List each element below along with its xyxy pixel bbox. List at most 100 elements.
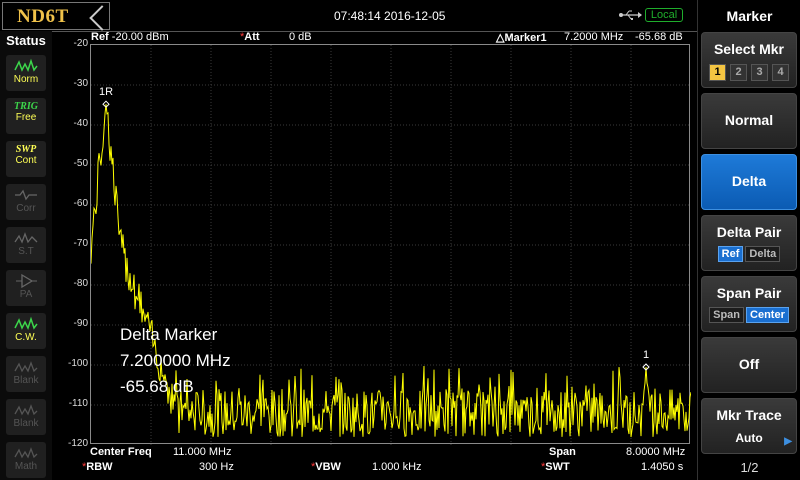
delta-pair-ref-option[interactable]: Ref	[717, 246, 744, 262]
vbw[interactable]: *VBW	[311, 461, 341, 473]
top-bar: ND6T 07:48:14 2016-12-05 Local	[0, 0, 697, 32]
status-detector-norm[interactable]: Norm	[6, 55, 46, 91]
vbw-value: 1.000 kHz	[372, 461, 422, 473]
page-indicator: 1/2	[740, 460, 759, 475]
status-label: Blank	[13, 375, 39, 386]
mkr-trace-button[interactable]: Mkr Trace Auto ▶	[701, 398, 797, 454]
select-mkr-label: Select Mkr	[713, 41, 785, 57]
waveform-icon	[14, 58, 38, 72]
y-tick-label: -90	[73, 318, 88, 329]
mkr-trace-label: Mkr Trace	[716, 407, 782, 423]
delta-label: Delta	[731, 173, 767, 189]
sweep-time-icon	[14, 232, 38, 244]
marker-2-option[interactable]: 2	[730, 64, 747, 81]
delta-marker-label: 1	[643, 349, 649, 361]
attenuation[interactable]: *Att	[240, 31, 260, 43]
y-tick-label: -40	[73, 118, 88, 129]
y-tick-label: -80	[73, 278, 88, 289]
trace-icon	[14, 404, 38, 416]
status-math[interactable]: Math	[6, 442, 46, 478]
swt-label: SWT	[545, 461, 570, 473]
menu-title: Marker	[726, 8, 773, 24]
status-label: C.W.	[15, 332, 37, 343]
swt-value: 1.4050 s	[641, 461, 684, 473]
delta-marker-freq: 7.200000 MHz	[120, 351, 231, 370]
marker-4-option[interactable]: 4	[772, 64, 789, 81]
fold-icon	[89, 5, 115, 31]
mkr-trace-value: Auto	[735, 431, 763, 445]
status-label: Math	[14, 461, 38, 472]
att-label: Att	[244, 31, 260, 43]
normal-button[interactable]: Normal	[701, 93, 797, 149]
delta-pair-button[interactable]: Delta Pair Ref Delta	[701, 215, 797, 271]
arrow-right-icon: ▶	[784, 436, 792, 447]
ref-label: Ref	[91, 31, 109, 43]
status-panel: Status Norm TRIG Free SWP Cont Corr S.T …	[0, 31, 52, 480]
logo-text: ND6T	[17, 6, 69, 27]
normal-label: Normal	[724, 112, 774, 128]
trace-icon	[14, 447, 38, 459]
delta-marker-readout: Delta Marker 7.200000 MHz -65.68 dB	[120, 322, 231, 400]
y-tick-label: -60	[73, 198, 88, 209]
att-value: 0 dB	[289, 31, 312, 43]
rbw[interactable]: *RBW	[82, 461, 113, 473]
status-label: Corr	[16, 203, 36, 214]
status-label: S.T	[18, 246, 34, 257]
status-preamp[interactable]: PA	[6, 270, 46, 306]
status-trace-2[interactable]: Blank	[6, 356, 46, 392]
span-pair-center-option[interactable]: Center	[746, 307, 789, 323]
delta-pair-label: Delta Pair	[716, 224, 782, 240]
y-tick-label: -110	[68, 398, 88, 409]
delta-marker-level: -65.68 dB	[120, 377, 194, 396]
reference-marker-label: 1R	[99, 86, 113, 98]
y-tick-label: -20	[73, 38, 88, 49]
graph-header: Ref -20.00 dBm *Att 0 dB △Marker1 7.2000…	[90, 31, 690, 44]
rbw-label: RBW	[86, 461, 113, 473]
span-pair-span-option[interactable]: Span	[709, 307, 745, 323]
center-freq-label[interactable]: Center Freq	[90, 446, 152, 458]
vbw-label: VBW	[315, 461, 341, 473]
y-tick-label: -70	[73, 238, 88, 249]
span-label[interactable]: Span	[549, 446, 576, 458]
rbw-value: 300 Hz	[199, 461, 234, 473]
preamp-icon	[16, 273, 37, 289]
correction-icon	[15, 189, 37, 201]
status-label: Cont	[15, 155, 37, 166]
y-tick-label: -120	[67, 438, 88, 449]
status-trigger[interactable]: TRIG Free	[6, 98, 46, 134]
delta-button[interactable]: Delta	[701, 154, 797, 210]
status-title: Status	[6, 33, 46, 48]
status-label: PA	[19, 289, 33, 300]
status-label: Blank	[13, 418, 39, 429]
status-cw[interactable]: C.W.	[6, 313, 46, 349]
status-top-label: TRIG	[14, 101, 38, 112]
delta-pair-delta-option[interactable]: Delta	[745, 246, 781, 262]
marker-level: -65.68 dB	[635, 31, 683, 43]
status-sweep-time[interactable]: S.T	[6, 227, 46, 263]
delta-marker-title: Delta Marker	[120, 325, 218, 344]
span-pair-button[interactable]: Span Pair Span Center	[701, 276, 797, 332]
y-tick-label: -100	[67, 358, 88, 369]
swt[interactable]: *SWT	[541, 461, 570, 473]
center-freq-value: 11.000 MHz	[173, 446, 232, 458]
span-value: 8.0000 MHz	[626, 446, 686, 458]
waveform-icon	[14, 316, 38, 330]
select-mkr-button[interactable]: Select Mkr 1234	[701, 32, 797, 88]
status-correction[interactable]: Corr	[6, 184, 46, 220]
status-label: Free	[15, 112, 37, 123]
off-button[interactable]: Off	[701, 337, 797, 393]
marker-readout-header: △Marker1	[496, 32, 547, 44]
status-sweep[interactable]: SWP Cont	[6, 141, 46, 177]
marker-freq: 7.2000 MHz	[564, 31, 624, 43]
logo: ND6T	[2, 2, 115, 31]
status-top-label: SWP	[15, 144, 37, 155]
marker-3-option[interactable]: 3	[751, 64, 768, 81]
usb-icon	[619, 10, 642, 20]
status-label: Norm	[13, 74, 39, 85]
datetime: 07:48:14 2016-12-05	[334, 9, 446, 23]
marker-1-option[interactable]: 1	[709, 64, 726, 81]
y-tick-label: -50	[73, 158, 88, 169]
status-trace-3[interactable]: Blank	[6, 399, 46, 435]
ref-level[interactable]: Ref -20.00 dBm	[91, 31, 169, 43]
off-label: Off	[738, 356, 760, 372]
